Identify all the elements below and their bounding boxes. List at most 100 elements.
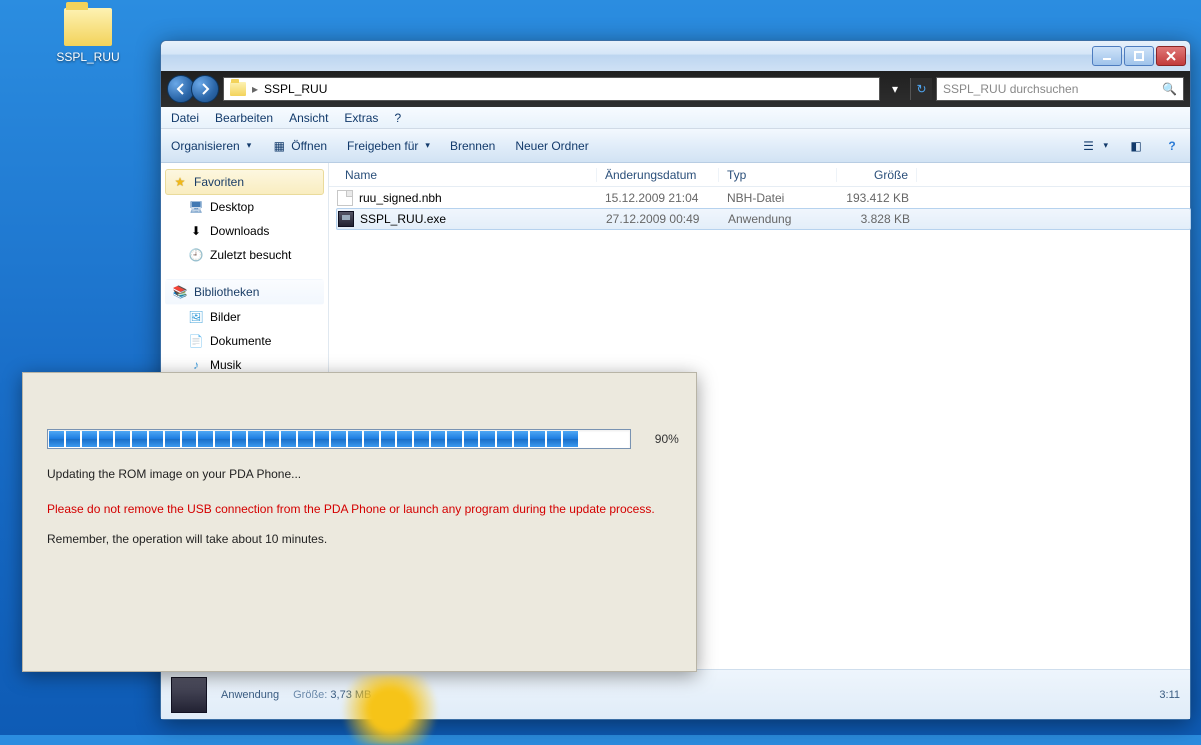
menu-ansicht[interactable]: Ansicht — [289, 111, 328, 125]
nav-item-label: Downloads — [210, 224, 269, 238]
progress-segment — [315, 431, 331, 447]
titlebar[interactable] — [161, 41, 1190, 71]
details-size-value: 3,73 MB — [330, 689, 371, 701]
progress-segment — [414, 431, 430, 447]
progress-segment — [514, 431, 530, 447]
nav-item-downloads[interactable]: ⬇ Downloads — [165, 219, 324, 243]
search-icon[interactable]: 🔍 — [1162, 82, 1177, 96]
toolbar-share[interactable]: Freigeben für — [347, 139, 430, 153]
progress-segment — [480, 431, 496, 447]
progress-segment — [364, 431, 380, 447]
file-row[interactable]: SSPL_RUU.exe27.12.2009 00:49Anwendung3.8… — [336, 208, 1191, 230]
help-icon: ? — [1164, 138, 1180, 154]
progress-segment — [215, 431, 231, 447]
toolbar-help[interactable]: ? — [1164, 138, 1180, 154]
column-header-date[interactable]: Änderungsdatum — [597, 168, 719, 182]
address-bar[interactable]: ▸ SSPL_RUU — [223, 77, 880, 101]
progress-segment — [331, 431, 347, 447]
details-thumbnail-icon — [171, 677, 207, 713]
file-row[interactable]: ruu_signed.nbh15.12.2009 21:04NBH-Datei1… — [329, 187, 1190, 209]
column-header-type[interactable]: Typ — [719, 168, 837, 182]
progress-segment — [397, 431, 413, 447]
nav-item-label: Dokumente — [210, 334, 271, 348]
toolbar-preview-pane[interactable]: ◧ — [1128, 138, 1144, 154]
toolbar: Organisieren ▦ Öffnen Freigeben für Bren… — [161, 129, 1190, 163]
progress-segment — [381, 431, 397, 447]
nav-item-label: Musik — [210, 358, 241, 372]
progress-segment — [198, 431, 214, 447]
desktop-icon-label: SSPL_RUU — [48, 50, 128, 64]
menu-help[interactable]: ? — [394, 111, 401, 125]
column-header-name[interactable]: Name — [337, 168, 597, 182]
libraries-icon: 📚 — [172, 284, 188, 300]
view-icon: ☰ — [1080, 138, 1096, 154]
menu-extras[interactable]: Extras — [344, 111, 378, 125]
menu-bar: Datei Bearbeiten Ansicht Extras ? — [161, 107, 1190, 129]
progress-note: Remember, the operation will take about … — [47, 532, 672, 546]
details-time-fragment: 3:11 — [1159, 689, 1180, 701]
maximize-button[interactable] — [1124, 46, 1154, 66]
address-dropdown[interactable]: ▾ — [884, 78, 906, 100]
progress-segment — [182, 431, 198, 447]
close-button[interactable] — [1156, 46, 1186, 66]
downloads-icon: ⬇ — [188, 223, 204, 239]
progress-segment — [597, 431, 613, 447]
toolbar-organize[interactable]: Organisieren — [171, 139, 251, 153]
progress-segment — [298, 431, 314, 447]
toolbar-new-folder[interactable]: Neuer Ordner — [515, 139, 588, 153]
toolbar-open[interactable]: ▦ Öffnen — [271, 138, 327, 154]
nav-item-recent[interactable]: 🕘 Zuletzt besucht — [165, 243, 324, 267]
progress-percent: 90% — [655, 432, 679, 446]
file-date: 27.12.2009 00:49 — [598, 212, 720, 226]
minimize-button[interactable] — [1092, 46, 1122, 66]
nav-item-documents[interactable]: 📄 Dokumente — [165, 329, 324, 353]
progress-segment — [530, 431, 546, 447]
toolbar-view-mode[interactable]: ☰ — [1080, 138, 1108, 154]
toolbar-open-label: Öffnen — [291, 139, 327, 153]
folder-icon — [230, 82, 246, 96]
progress-bar — [47, 429, 631, 449]
desktop-folder-shortcut[interactable]: SSPL_RUU — [48, 8, 128, 64]
recent-icon: 🕘 — [188, 247, 204, 263]
pictures-icon: 🖼 — [188, 309, 204, 325]
nav-item-desktop[interactable]: 🖥 Desktop — [165, 195, 324, 219]
menu-datei[interactable]: Datei — [171, 111, 199, 125]
star-icon: ★ — [172, 174, 188, 190]
progress-segment — [165, 431, 181, 447]
progress-segment — [497, 431, 513, 447]
nav-header-favorites[interactable]: ★ Favoriten — [165, 169, 324, 195]
file-size: 3.828 KB — [838, 212, 918, 226]
navigation-bar: ▸ SSPL_RUU ▾ ↻ SSPL_RUU durchsuchen 🔍 — [161, 71, 1190, 107]
folder-icon — [64, 8, 112, 46]
progress-segment — [99, 431, 115, 447]
details-type: Anwendung — [221, 689, 279, 701]
nav-favorites-label: Favoriten — [194, 175, 244, 189]
progress-segment — [464, 431, 480, 447]
refresh-button[interactable]: ↻ — [910, 78, 932, 100]
toolbar-burn[interactable]: Brennen — [450, 139, 495, 153]
nav-item-label: Zuletzt besucht — [210, 248, 291, 262]
details-pane: Anwendung Größe: 3,73 MB 3:11 — [161, 669, 1190, 719]
progress-segment — [132, 431, 148, 447]
breadcrumb-current[interactable]: SSPL_RUU — [264, 82, 327, 96]
progress-segment — [580, 431, 596, 447]
menu-bearbeiten[interactable]: Bearbeiten — [215, 111, 273, 125]
progress-segment — [348, 431, 364, 447]
progress-segment — [265, 431, 281, 447]
forward-button[interactable] — [191, 75, 219, 103]
file-type: Anwendung — [720, 212, 838, 226]
desktop-icon: 🖥 — [188, 199, 204, 215]
nav-header-libraries[interactable]: 📚 Bibliotheken — [165, 279, 324, 305]
progress-segment — [82, 431, 98, 447]
nav-item-label: Desktop — [210, 200, 254, 214]
progress-segment — [447, 431, 463, 447]
progress-warning: Please do not remove the USB connection … — [47, 501, 672, 518]
breadcrumb-separator-icon: ▸ — [252, 82, 258, 96]
progress-segment — [248, 431, 264, 447]
search-input[interactable]: SSPL_RUU durchsuchen 🔍 — [936, 77, 1184, 101]
music-icon: ♪ — [188, 357, 204, 373]
progress-segment — [431, 431, 447, 447]
progress-segment — [66, 431, 82, 447]
column-header-size[interactable]: Größe — [837, 168, 917, 182]
nav-item-pictures[interactable]: 🖼 Bilder — [165, 305, 324, 329]
